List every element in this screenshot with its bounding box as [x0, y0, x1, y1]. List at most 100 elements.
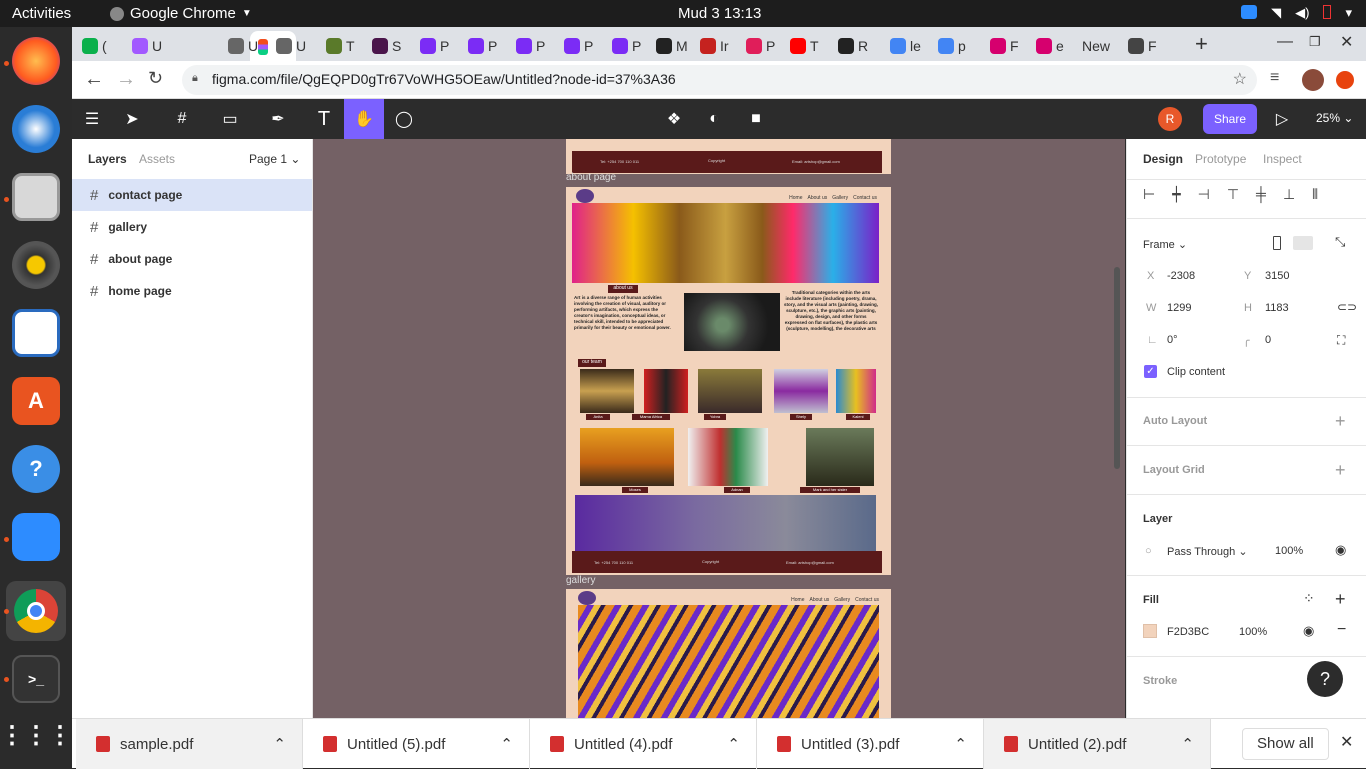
chevron-up-icon[interactable]: ⌃ — [273, 735, 286, 753]
alignment-tools[interactable]: ⊢ ┿ ⊣ ⊤ ╪ ⊥ ⫴ — [1143, 186, 1318, 203]
terminal-icon[interactable]: >_ — [12, 655, 60, 703]
distribute-icon[interactable]: ⫴ — [1312, 186, 1318, 203]
gallery-frame[interactable]: Home About us Gallery Contact us — [566, 589, 891, 718]
bookmark-star-icon[interactable]: ☆ — [1233, 69, 1247, 89]
layer-gallery[interactable]: # gallery — [72, 211, 312, 243]
fill-swatch[interactable] — [1143, 624, 1157, 638]
tab-item[interactable]: P — [468, 33, 497, 59]
frame-label-gallery[interactable]: gallery — [566, 575, 595, 586]
tab-item[interactable]: P — [564, 33, 593, 59]
user-avatar[interactable]: R — [1158, 107, 1182, 131]
forward-button[interactable]: → — [116, 68, 136, 91]
download-item[interactable]: Untitled (5).pdf ⌃ — [303, 719, 530, 769]
rhythmbox-icon[interactable] — [12, 241, 60, 289]
portrait-icon[interactable] — [1273, 236, 1281, 250]
tab-item[interactable]: P — [612, 33, 641, 59]
about-page-frame[interactable]: Home About us Gallery Contact us about u… — [566, 187, 891, 575]
app-grid-icon[interactable]: ⋮⋮⋮ — [0, 711, 72, 759]
frame-label-about[interactable]: about page — [566, 172, 616, 183]
tab-item[interactable]: S — [372, 33, 401, 59]
layer-about-page[interactable]: # about page — [72, 243, 312, 275]
landscape-icon[interactable] — [1293, 236, 1313, 250]
tab-design[interactable]: Design — [1143, 152, 1183, 166]
minimize-button[interactable]: — — [1277, 33, 1293, 51]
align-left-icon[interactable]: ⊢ — [1143, 186, 1155, 203]
maximize-button[interactable]: ❐ — [1309, 34, 1321, 50]
address-bar[interactable]: 🔒︎ figma.com/file/QgEQPD0gTr67VoWHG5OEaw… — [182, 65, 1257, 95]
chevron-up-icon[interactable]: ⌃ — [954, 735, 967, 753]
frame-type-dropdown[interactable]: Frame ⌄ — [1143, 238, 1187, 251]
fill-hex-input[interactable]: F2D3BC — [1167, 626, 1209, 638]
design-canvas[interactable]: Tel: +254 700 110 011 Copyright Email: a… — [313, 139, 1125, 718]
frame-tool-icon[interactable]: # — [170, 107, 194, 131]
thunderbird-icon[interactable] — [12, 105, 60, 153]
new-tab-button[interactable]: + — [1195, 31, 1208, 57]
close-window-button[interactable]: ✕ — [1340, 32, 1353, 52]
reload-button[interactable]: ↻ — [148, 68, 163, 89]
boolean-icon[interactable]: ■ — [744, 107, 768, 131]
activities-button[interactable]: Activities — [12, 5, 71, 22]
clip-content-checkbox[interactable]: ✓ — [1144, 365, 1157, 378]
shape-tool-icon[interactable]: ▭ — [218, 107, 242, 131]
add-fill-icon[interactable]: + — [1335, 589, 1346, 610]
eye-icon[interactable]: ◉ — [1335, 542, 1346, 558]
download-item[interactable]: Untitled (3).pdf ⌃ — [757, 719, 984, 769]
layer-contact-page[interactable]: # contact page — [72, 179, 312, 211]
writer-icon[interactable] — [12, 309, 60, 357]
tab-item[interactable]: T — [790, 33, 819, 59]
tab-item[interactable]: F — [1128, 33, 1157, 59]
align-h-center-icon[interactable]: ┿ — [1172, 186, 1180, 203]
tab-inspect[interactable]: Inspect — [1263, 152, 1302, 166]
chevron-up-icon[interactable]: ⌃ — [500, 735, 513, 753]
styles-icon[interactable]: ⁘ — [1303, 590, 1315, 607]
main-menu-icon[interactable]: ☰ — [80, 107, 104, 131]
blend-mode-dropdown[interactable]: Pass Through ⌄ — [1167, 545, 1248, 558]
profile-avatar[interactable] — [1302, 69, 1324, 91]
zoom-dropdown[interactable]: 25% ⌄ — [1316, 111, 1353, 125]
resize-to-fit-icon[interactable]: ⤡ — [1335, 234, 1345, 250]
text-tool-icon[interactable]: T — [312, 107, 336, 131]
y-input[interactable]: 3150 — [1265, 270, 1289, 282]
tab-item[interactable]: R — [838, 33, 868, 59]
firefox-icon[interactable] — [12, 37, 60, 85]
tab-item[interactable]: U — [132, 33, 162, 59]
mask-icon[interactable]: ◐ — [702, 107, 726, 131]
tab-item[interactable]: P — [420, 33, 449, 59]
help-icon[interactable]: ? — [12, 445, 60, 493]
tab-prototype[interactable]: Prototype — [1195, 152, 1246, 166]
tab-item[interactable]: T — [326, 33, 355, 59]
zoom-icon[interactable] — [12, 513, 60, 561]
tab-item[interactable]: ( — [82, 33, 107, 59]
download-item[interactable]: Untitled (4).pdf ⌃ — [530, 719, 757, 769]
layer-opacity-input[interactable]: 100% — [1275, 545, 1303, 557]
align-v-center-icon[interactable]: ╪ — [1256, 186, 1266, 203]
back-button[interactable]: ← — [84, 68, 104, 91]
files-icon[interactable] — [12, 173, 60, 221]
tab-item[interactable]: U — [228, 33, 258, 59]
hand-tool-icon[interactable]: ✋ — [344, 99, 384, 139]
independent-corners-icon[interactable]: ⛶ — [1337, 333, 1345, 348]
tab-item[interactable]: p — [938, 33, 966, 59]
app-menu[interactable]: Google Chrome ▼ — [110, 5, 252, 22]
tab-item[interactable]: F — [990, 33, 1019, 59]
remove-fill-icon[interactable]: − — [1337, 621, 1346, 639]
align-bottom-icon[interactable]: ⊥ — [1283, 186, 1295, 203]
components-icon[interactable]: ❖ — [662, 107, 686, 131]
tab-item[interactable]: P — [516, 33, 545, 59]
share-button[interactable]: Share — [1203, 104, 1257, 134]
constrain-proportions-icon[interactable]: ⊂⊃ — [1337, 300, 1357, 314]
tab-item[interactable]: U — [276, 33, 306, 59]
tab-assets[interactable]: Assets — [139, 152, 175, 166]
layer-home-page[interactable]: # home page — [72, 275, 312, 307]
chevron-up-icon[interactable]: ⌃ — [727, 735, 740, 753]
download-item[interactable]: Untitled (2).pdf ⌃ — [984, 719, 1211, 769]
canvas-scrollbar[interactable] — [1114, 267, 1120, 469]
x-input[interactable]: -2308 — [1167, 270, 1195, 282]
tab-item[interactable]: M — [656, 33, 688, 59]
extension-icon[interactable] — [1336, 71, 1354, 89]
fill-eye-icon[interactable]: ◉ — [1303, 623, 1314, 639]
chevron-up-icon[interactable]: ⌃ — [1181, 735, 1194, 753]
tab-item[interactable]: New — [1082, 33, 1110, 59]
tab-item[interactable]: le — [890, 33, 921, 59]
move-tool-icon[interactable]: ➤ — [120, 107, 144, 131]
